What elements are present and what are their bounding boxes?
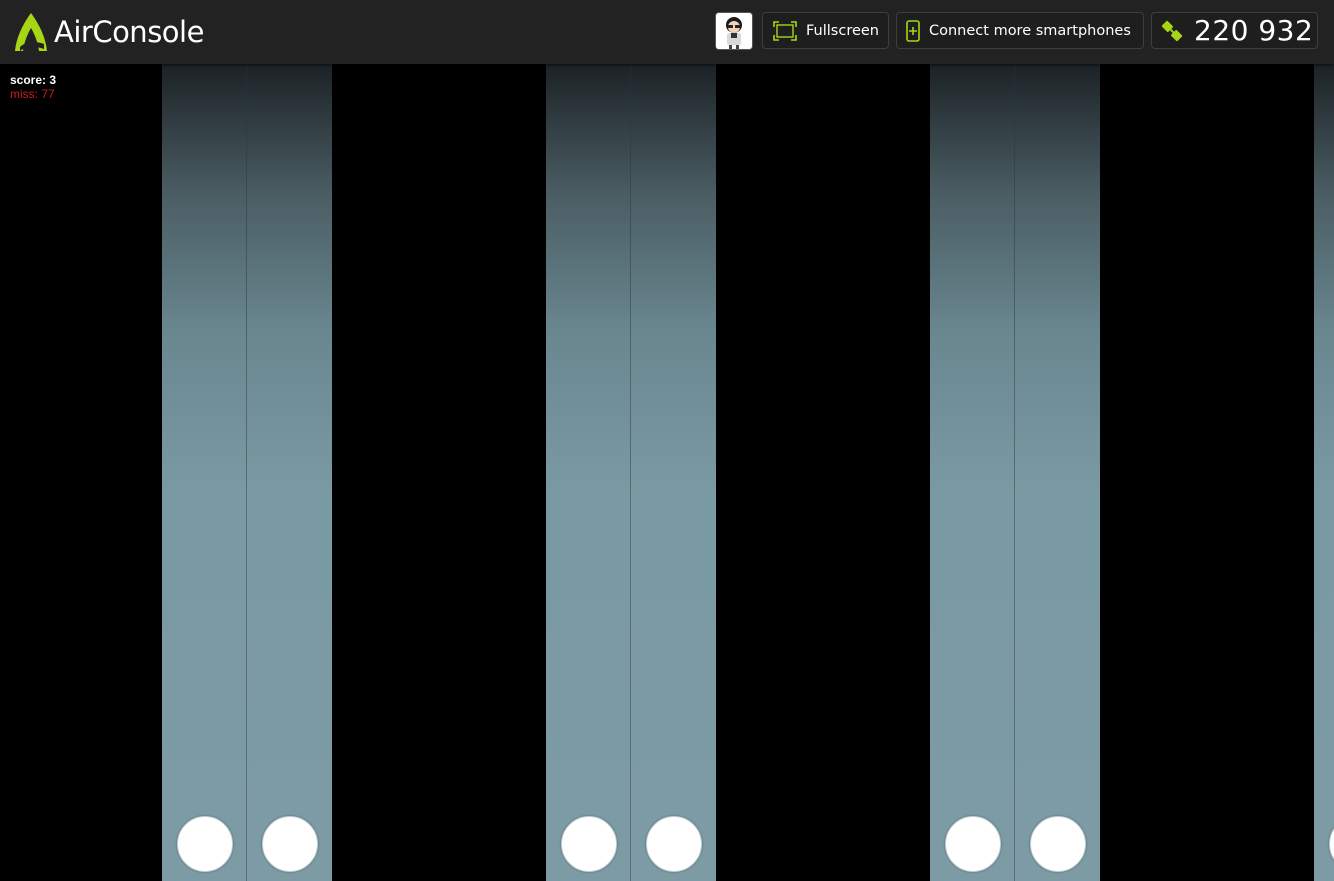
app-title: AirConsole [54,15,204,49]
hit-target [646,816,702,872]
player-avatar [716,13,752,49]
hit-target [945,816,1001,872]
fullscreen-label: Fullscreen [806,22,879,39]
lane-divider [630,64,631,881]
top-bar: AirConsole Fullscreen Connect more smart… [0,0,1334,64]
hit-target [1030,816,1086,872]
airconsole-logo[interactable]: AirConsole [14,10,204,54]
score-text: score: 3 [10,73,57,87]
miss-text: miss: 77 [10,87,55,101]
connection-code-button[interactable]: 220 932 [1151,12,1318,49]
fullscreen-icon [773,20,797,41]
lane-divider [246,64,247,881]
hit-target [561,816,617,872]
smartphone-plus-icon [906,19,920,42]
lane-group-1 [162,64,332,881]
connect-smartphones-button[interactable]: Connect more smartphones [896,12,1144,49]
hit-target [177,816,233,872]
lane-group-4 [1314,64,1334,881]
player-avatar-button[interactable] [715,12,753,50]
lane-group-2 [546,64,716,881]
connect-label: Connect more smartphones [929,22,1131,39]
hit-target [262,816,318,872]
fullscreen-button[interactable]: Fullscreen [762,12,889,49]
game-canvas[interactable] [0,64,1334,881]
connection-code: 220 932 [1194,14,1314,47]
lane-divider [1014,64,1015,881]
lane-group-3 [930,64,1100,881]
airconsole-logo-icon [15,13,47,51]
connection-code-icon [1161,20,1183,41]
